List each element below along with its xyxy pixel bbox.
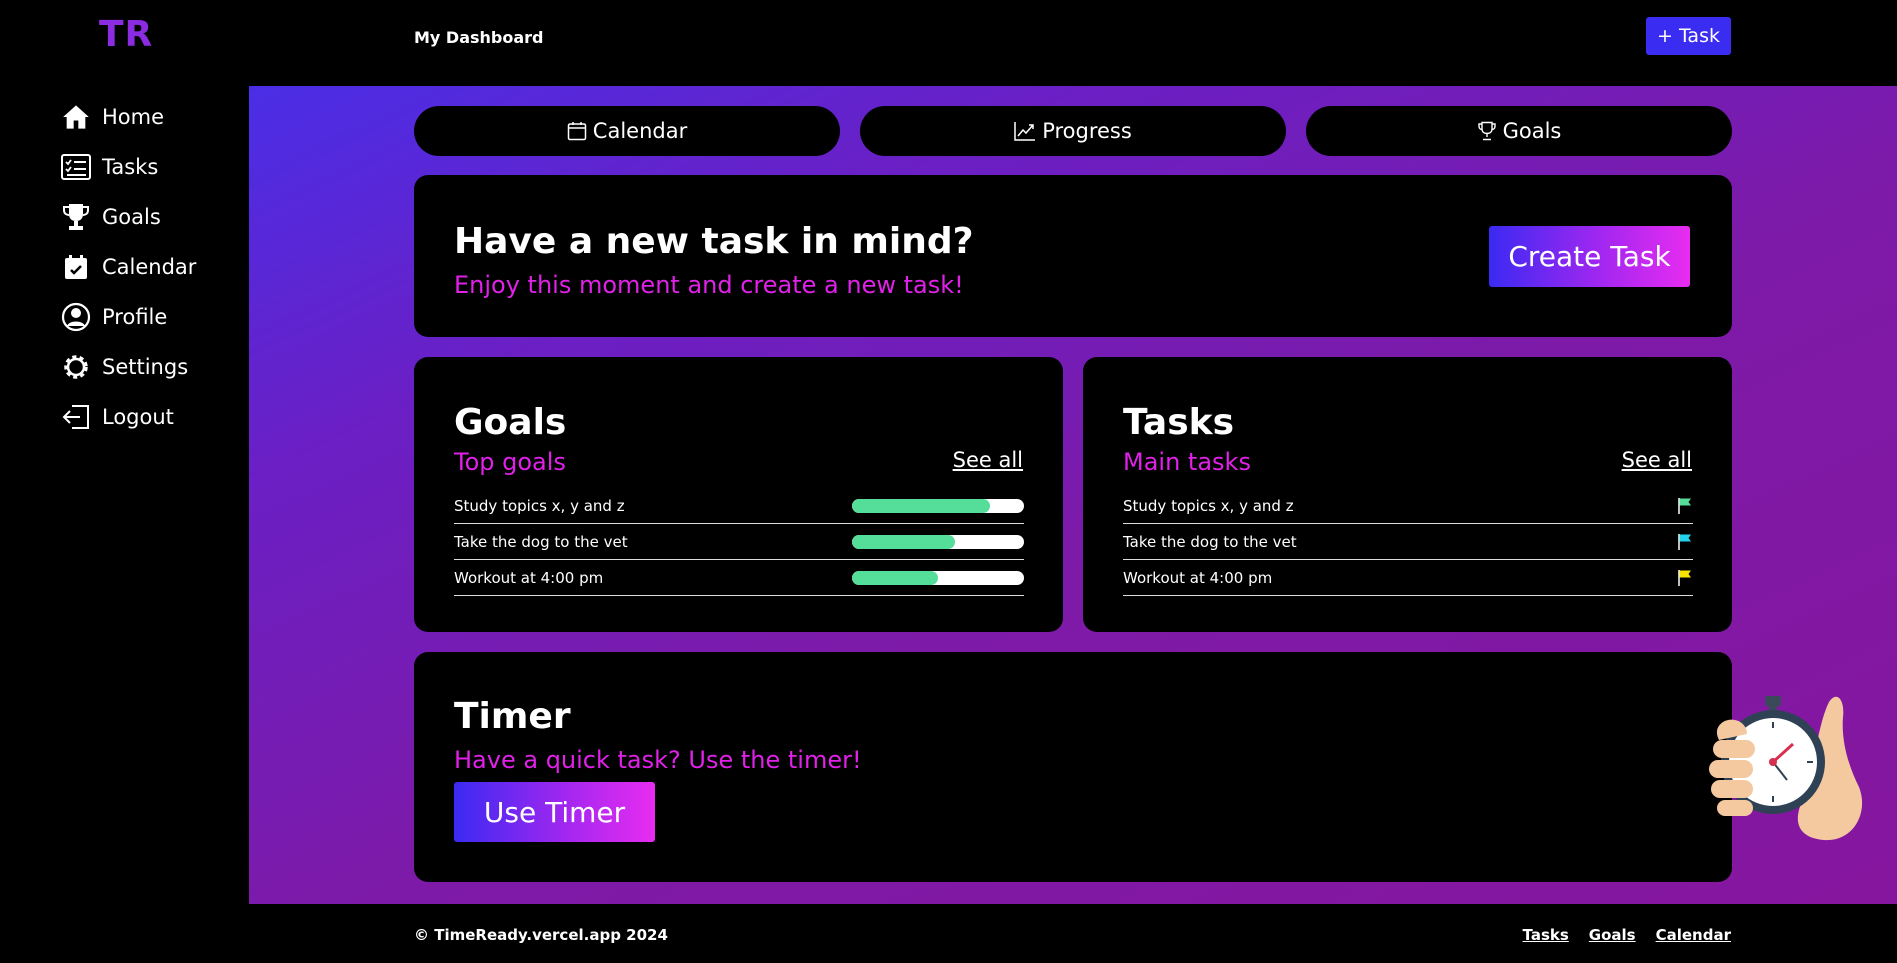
quick-nav-tabs: Calendar Progress Goals <box>414 106 1732 156</box>
goal-progress-bar <box>852 570 1024 585</box>
goal-row[interactable]: Workout at 4:00 pm <box>454 560 1024 596</box>
footer-copyright: © TimeReady.vercel.app 2024 <box>414 926 668 944</box>
timer-card: Timer Have a quick task? Use the timer! … <box>414 652 1863 882</box>
goals-subtitle: Top goals <box>454 448 566 476</box>
goal-progress-fill <box>852 498 990 513</box>
goals-card: Goals Top goals See all Study topics x, … <box>414 357 1063 632</box>
use-timer-button[interactable]: Use Timer <box>454 782 655 842</box>
hero-title: Have a new task in mind? <box>454 221 974 262</box>
logout-icon <box>60 401 92 433</box>
flag-icon <box>1678 569 1691 586</box>
goal-label: Workout at 4:00 pm <box>454 568 604 587</box>
sidebar-item-profile[interactable]: Profile <box>60 292 240 342</box>
sidebar-item-label: Tasks <box>102 155 159 179</box>
checklist-icon <box>60 151 92 183</box>
task-label: Study topics x, y and z <box>1123 496 1294 515</box>
goal-progress-fill <box>852 534 956 549</box>
timer-subtitle: Have a quick task? Use the timer! <box>454 746 862 774</box>
tab-label: Goals <box>1502 119 1562 143</box>
tab-label: Progress <box>1042 119 1132 143</box>
task-label: Workout at 4:00 pm <box>1123 568 1273 587</box>
footer-links: Tasks Goals Calendar <box>1523 926 1731 944</box>
goal-row[interactable]: Take the dog to the vet <box>454 524 1024 560</box>
tasks-list: Study topics x, y and z Take the dog to … <box>1123 488 1693 596</box>
app-logo[interactable]: TR <box>99 14 153 55</box>
timer-title: Timer <box>454 696 571 737</box>
task-row[interactable]: Take the dog to the vet <box>1123 524 1693 560</box>
flag-icon <box>1678 497 1691 514</box>
sidebar-item-label: Settings <box>102 355 189 379</box>
tasks-subtitle: Main tasks <box>1123 448 1251 476</box>
footer-link-tasks[interactable]: Tasks <box>1523 926 1569 944</box>
tasks-see-all-link[interactable]: See all <box>1622 448 1692 472</box>
home-icon <box>60 101 92 133</box>
trophy-outline-icon <box>1477 121 1497 141</box>
footer-link-goals[interactable]: Goals <box>1589 926 1636 944</box>
sidebar-item-label: Profile <box>102 305 168 329</box>
page-title: My Dashboard <box>414 28 544 47</box>
tab-progress[interactable]: Progress <box>860 106 1286 156</box>
sidebar-item-settings[interactable]: Settings <box>60 342 240 392</box>
sidebar-nav: Home Tasks Goals Calendar Profile Settin… <box>60 92 240 442</box>
sidebar-item-label: Goals <box>102 205 161 229</box>
sidebar-item-logout[interactable]: Logout <box>60 392 240 442</box>
goal-progress-bar <box>852 498 1024 513</box>
add-task-button[interactable]: + Task <box>1646 17 1731 55</box>
sidebar-item-label: Logout <box>102 405 174 429</box>
trophy-icon <box>60 201 92 233</box>
task-row[interactable]: Workout at 4:00 pm <box>1123 560 1693 596</box>
tasks-card: Tasks Main tasks See all Study topics x,… <box>1083 357 1732 632</box>
sidebar-item-tasks[interactable]: Tasks <box>60 142 240 192</box>
hero-subtitle: Enjoy this moment and create a new task! <box>454 271 964 299</box>
goal-progress-bar <box>852 534 1024 549</box>
tab-label: Calendar <box>592 119 688 143</box>
create-task-card: Have a new task in mind? Enjoy this mome… <box>414 175 1732 337</box>
create-task-button[interactable]: Create Task <box>1489 226 1690 287</box>
goals-see-all-link[interactable]: See all <box>953 448 1023 472</box>
tasks-title: Tasks <box>1123 402 1235 443</box>
chart-line-icon <box>1014 121 1036 141</box>
goal-row[interactable]: Study topics x, y and z <box>454 488 1024 524</box>
goal-label: Take the dog to the vet <box>454 532 628 551</box>
calendar-outline-icon <box>567 121 587 141</box>
sidebar-item-home[interactable]: Home <box>60 92 240 142</box>
stopwatch-hand-illustration <box>1709 696 1863 841</box>
calendar-icon <box>60 251 92 283</box>
footer-link-calendar[interactable]: Calendar <box>1656 926 1731 944</box>
goal-label: Study topics x, y and z <box>454 496 625 515</box>
dashboard-main: Calendar Progress Goals Have a new task … <box>249 86 1897 904</box>
goal-progress-fill <box>852 570 938 585</box>
user-icon <box>60 301 92 333</box>
task-label: Take the dog to the vet <box>1123 532 1297 551</box>
goals-list: Study topics x, y and z Take the dog to … <box>454 488 1024 596</box>
sidebar-item-label: Calendar <box>102 255 197 279</box>
flag-icon <box>1678 533 1691 550</box>
sidebar-item-goals[interactable]: Goals <box>60 192 240 242</box>
sidebar-item-calendar[interactable]: Calendar <box>60 242 240 292</box>
gear-icon <box>60 351 92 383</box>
tab-calendar[interactable]: Calendar <box>414 106 840 156</box>
sidebar-item-label: Home <box>102 105 165 129</box>
tab-goals[interactable]: Goals <box>1306 106 1732 156</box>
goals-title: Goals <box>454 402 567 443</box>
task-row[interactable]: Study topics x, y and z <box>1123 488 1693 524</box>
